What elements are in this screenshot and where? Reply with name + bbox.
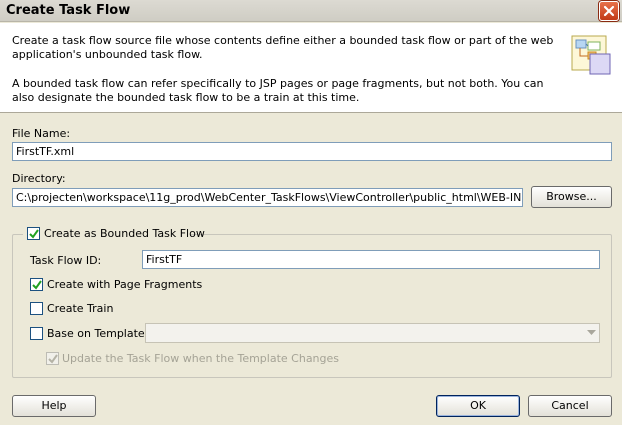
create-train-checkbox[interactable] [30, 302, 43, 315]
help-button[interactable]: Help [12, 395, 96, 417]
bounded-task-flow-legend: Create as Bounded Task Flow [23, 226, 205, 242]
create-bounded-checkbox[interactable] [27, 227, 40, 240]
template-dropdown[interactable] [145, 323, 600, 343]
create-task-flow-dialog: Create Task Flow Create a task flow sour… [0, 0, 622, 425]
checkmark-icon [48, 354, 58, 364]
checkmark-icon [29, 229, 39, 239]
chevron-down-icon [587, 330, 596, 335]
create-train-label: Create Train [47, 302, 114, 315]
cancel-button[interactable]: Cancel [528, 395, 612, 417]
info-description-1: Create a task flow source file whose con… [12, 34, 554, 61]
update-template-checkbox [46, 352, 59, 365]
close-button[interactable] [599, 1, 619, 21]
update-template-label: Update the Task Flow when the Template C… [62, 352, 340, 365]
window-title: Create Task Flow [6, 3, 131, 18]
ok-button[interactable]: OK [436, 395, 520, 417]
directory-label: Directory: [12, 172, 66, 185]
task-flow-id-input[interactable]: FirstTF [142, 250, 600, 269]
checkmark-icon [32, 280, 42, 290]
file-name-label: File Name: [12, 127, 71, 140]
browse-button[interactable]: Browse... [531, 186, 612, 208]
base-on-template-label: Base on Template: [47, 327, 149, 340]
task-flow-diagram-icon [571, 35, 611, 75]
directory-input[interactable]: C:\projecten\workspace\11g_prod\WebCente… [12, 188, 523, 207]
info-description-2: A bounded task flow can refer specifical… [12, 77, 544, 104]
info-header: Create a task flow source file whose con… [0, 23, 622, 113]
file-name-input[interactable]: FirstTF.xml [12, 142, 612, 161]
page-fragments-checkbox[interactable] [30, 278, 43, 291]
base-on-template-checkbox[interactable] [30, 327, 43, 340]
task-flow-id-label: Task Flow ID: [30, 254, 102, 267]
page-fragments-label: Create with Page Fragments [47, 278, 203, 291]
create-bounded-label: Create as Bounded Task Flow [44, 227, 205, 240]
title-bar: Create Task Flow [0, 0, 622, 22]
close-x-icon [603, 5, 615, 17]
